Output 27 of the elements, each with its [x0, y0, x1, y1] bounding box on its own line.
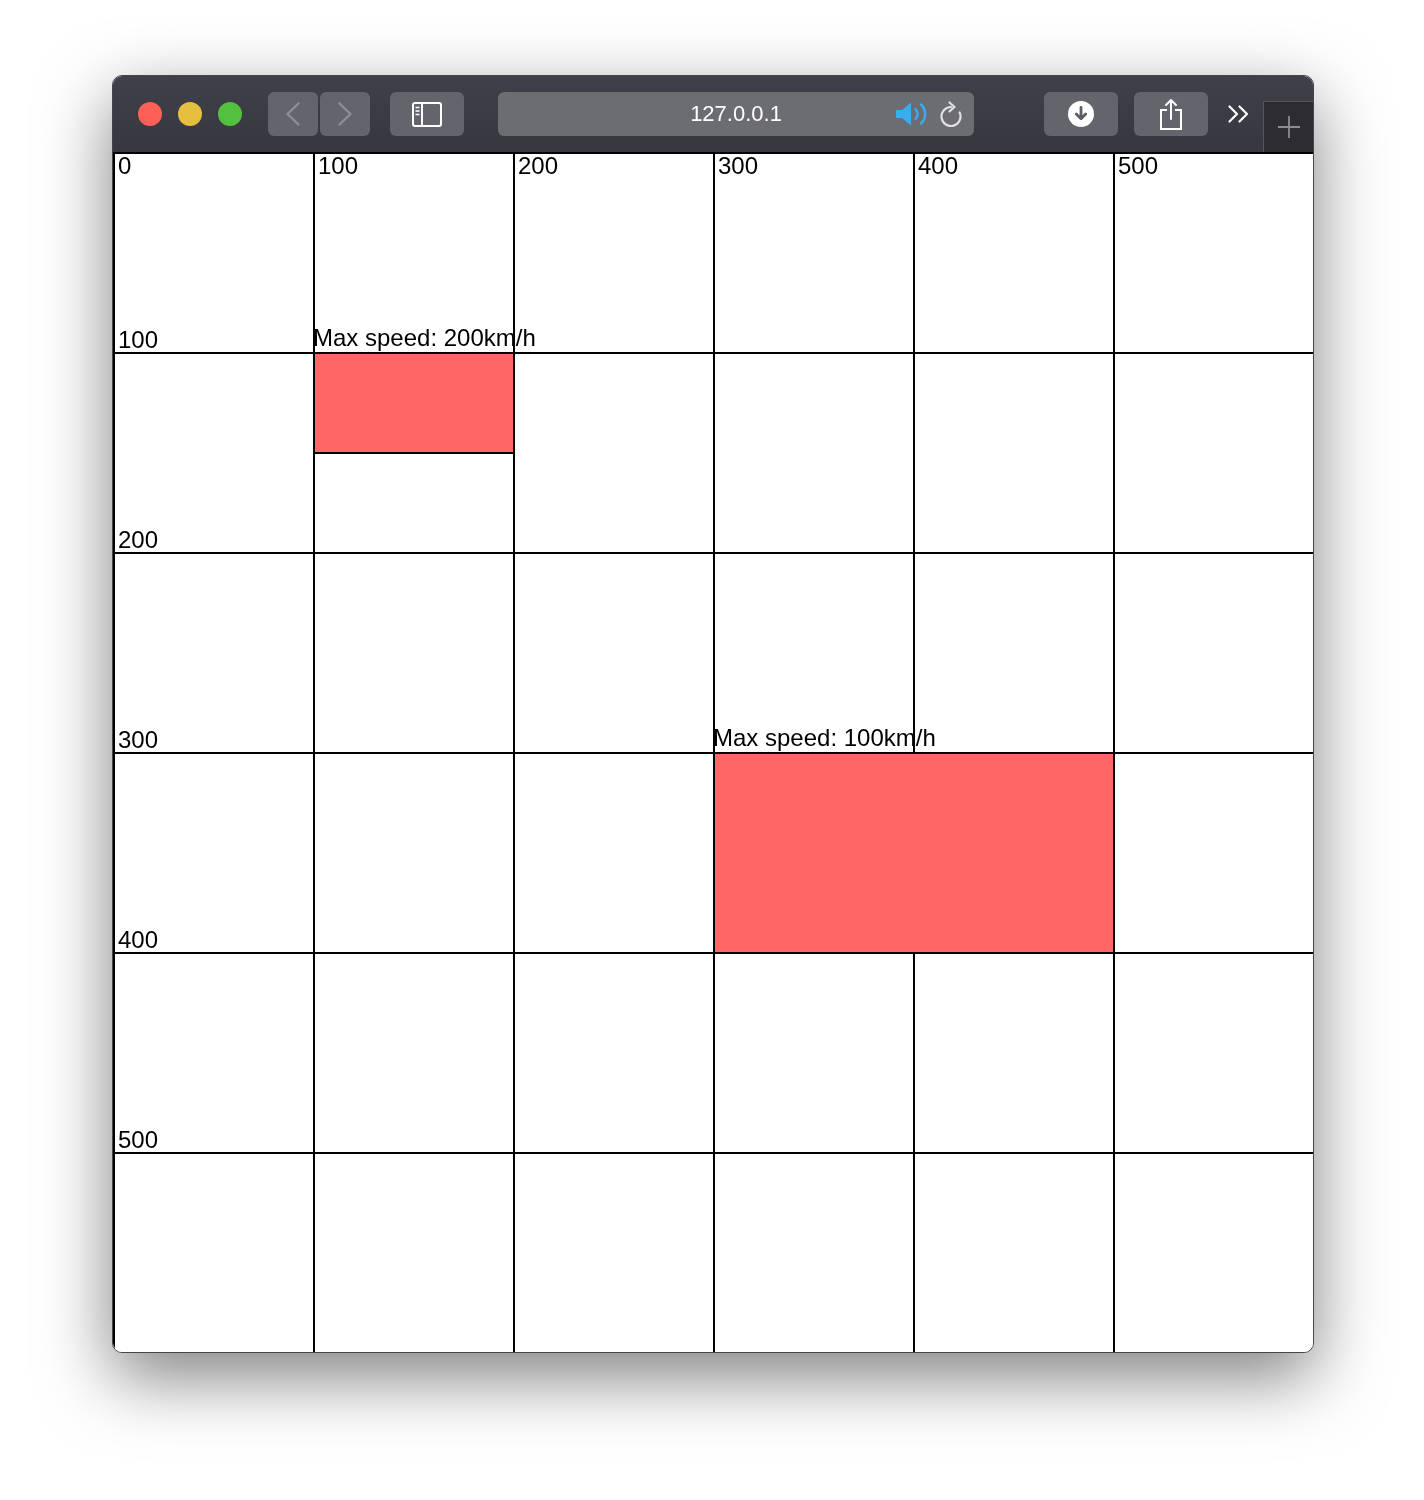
y-axis-label: 300 [118, 728, 159, 752]
download-icon [1068, 101, 1094, 127]
minimize-button[interactable] [178, 102, 202, 126]
double-chevron-icon[interactable] [1228, 105, 1250, 123]
sidebar-button[interactable] [390, 92, 464, 136]
chevron-left-icon [286, 102, 300, 126]
y-axis-label: 100 [118, 328, 159, 352]
x-axis-label: 0 [118, 154, 132, 178]
sidebar-icon [412, 101, 442, 127]
share-button[interactable] [1134, 92, 1208, 136]
new-tab-button[interactable] [1263, 101, 1313, 152]
x-axis-label: 500 [1118, 154, 1159, 178]
reload-icon[interactable] [939, 101, 963, 127]
plus-icon [1277, 116, 1300, 138]
share-icon [1159, 98, 1183, 130]
zoom-button[interactable] [218, 102, 242, 126]
y-axis-label: 400 [118, 928, 159, 952]
y-axis-label: 200 [118, 528, 159, 552]
x-axis-label: 300 [718, 154, 759, 178]
x-axis-label: 400 [918, 154, 959, 178]
x-axis-label: 100 [318, 154, 359, 178]
chevron-right-icon [338, 102, 352, 126]
address-field[interactable]: 127.0.0.1 [498, 92, 974, 136]
downloads-button[interactable] [1044, 92, 1118, 136]
y-axis-label: 500 [118, 1128, 159, 1152]
close-button[interactable] [138, 102, 162, 126]
x-axis-label: 200 [518, 154, 559, 178]
